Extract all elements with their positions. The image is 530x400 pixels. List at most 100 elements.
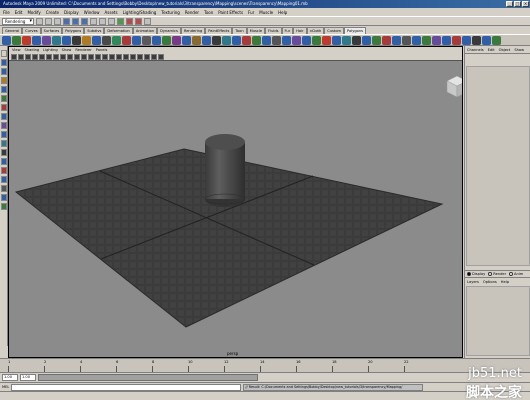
panel-tool-icon[interactable] (18, 53, 24, 60)
panel-tool-icon[interactable] (39, 53, 45, 60)
select-hierarchy-icon[interactable] (63, 17, 70, 25)
shelf-tool-icon[interactable] (202, 35, 211, 45)
shelf-tool-icon[interactable] (452, 35, 461, 45)
shelf-tool-icon[interactable] (102, 35, 111, 45)
command-input[interactable] (11, 383, 242, 391)
shelf-tool-icon[interactable] (32, 35, 41, 45)
history-icon[interactable] (117, 17, 124, 25)
panel-tool-icon[interactable] (88, 53, 94, 60)
panel-tool-icon[interactable] (137, 53, 143, 60)
panel-tool-icon[interactable] (130, 53, 136, 60)
shelf-tool-icon[interactable] (442, 35, 451, 45)
panel-tool-icon[interactable] (11, 53, 17, 60)
shelf-tool-icon[interactable] (112, 35, 121, 45)
layer-mode-render[interactable]: Render (488, 272, 506, 276)
channel-box-tab-show[interactable]: Show (514, 48, 524, 52)
channel-box-tab-channels[interactable]: Channels (467, 48, 484, 52)
panel-tool-icon[interactable] (81, 53, 87, 60)
shelf-tool-icon[interactable] (142, 35, 151, 45)
shelf-tool-icon[interactable] (222, 35, 231, 45)
tool-icon[interactable] (1, 113, 7, 120)
shelf-tab[interactable]: Dynamics (157, 27, 181, 34)
shelf-tool-icon[interactable] (282, 35, 291, 45)
tool-icon[interactable] (1, 68, 7, 75)
shelf-tool-icon[interactable] (372, 35, 381, 45)
close-button[interactable]: × (522, 1, 529, 7)
layer-menu-options[interactable]: Options (483, 280, 497, 284)
channel-box-tab-object[interactable]: Object (499, 48, 511, 52)
tool-icon[interactable] (1, 104, 7, 111)
layer-mode-anim[interactable]: Anim (509, 272, 523, 276)
shelf-tab[interactable]: PaintEffects (205, 27, 233, 34)
range-bar[interactable] (38, 374, 258, 381)
tool-icon[interactable] (1, 86, 7, 93)
shelf-tool-icon[interactable] (292, 35, 301, 45)
menu-toon[interactable]: Toon (204, 10, 213, 15)
layer-menu-layers[interactable]: Layers (467, 280, 479, 284)
menu-set-dropdown[interactable]: Rendering (2, 17, 34, 25)
shelf-tab[interactable]: Polygons (62, 27, 85, 34)
channel-list[interactable] (466, 66, 530, 266)
shelf-tool-icon[interactable] (212, 35, 221, 45)
range-start-field[interactable]: 1.00 (2, 374, 18, 381)
menu-assets[interactable]: Assets (105, 10, 118, 15)
shelf-tool-icon[interactable] (22, 35, 31, 45)
shelf-tab[interactable]: General (2, 27, 23, 34)
tool-icon[interactable] (1, 59, 7, 66)
panel-tool-icon[interactable] (74, 53, 80, 60)
render-settings-icon[interactable] (144, 17, 151, 25)
command-language-label[interactable]: MEL (2, 385, 9, 389)
range-end-field[interactable]: 1.00 (20, 374, 36, 381)
menu-fur[interactable]: Fur (248, 10, 254, 15)
shelf-tool-icon[interactable] (52, 35, 61, 45)
menu-display[interactable]: Display (64, 10, 79, 15)
panel-tool-icon[interactable] (109, 53, 115, 60)
shelf-tool-icon[interactable] (82, 35, 91, 45)
perspective-viewport[interactable]: View Shading Lighting Show Renderer Pane… (8, 46, 463, 358)
maximize-button[interactable]: □ (514, 1, 521, 7)
shelf-tool-icon[interactable] (62, 35, 71, 45)
tool-icon[interactable] (1, 140, 7, 147)
shelf-tab[interactable]: Hair (293, 27, 307, 34)
menu-window[interactable]: Window (84, 10, 100, 15)
save-scene-icon[interactable] (54, 17, 61, 25)
shelf-tool-icon[interactable] (242, 35, 251, 45)
shelf-tab[interactable]: Surfaces (40, 27, 63, 34)
shelf-tool-icon[interactable] (72, 35, 81, 45)
panel-tool-icon[interactable] (102, 53, 108, 60)
select-component-icon[interactable] (81, 17, 88, 25)
select-object-icon[interactable] (72, 17, 79, 25)
shelf-tool-icon[interactable] (192, 35, 201, 45)
menu-help[interactable]: Help (278, 10, 287, 15)
shelf-tool-icon[interactable] (432, 35, 441, 45)
shelf-tool-icon[interactable] (312, 35, 321, 45)
shelf-tool-icon[interactable] (302, 35, 311, 45)
ipr-render-icon[interactable] (135, 17, 142, 25)
layer-list[interactable] (466, 286, 530, 356)
panel-tool-icon[interactable] (95, 53, 101, 60)
minimize-button[interactable]: _ (506, 1, 513, 7)
layer-mode-display[interactable]: Display (467, 272, 485, 276)
shelf-tab[interactable]: Rendering (180, 27, 206, 34)
tool-icon[interactable] (1, 167, 7, 174)
panel-tool-icon[interactable] (151, 53, 157, 60)
shelf-tab[interactable]: Custom (324, 27, 345, 34)
layer-menu-help[interactable]: Help (501, 280, 509, 284)
shelf-tab[interactable]: Curves (22, 27, 41, 34)
menu-texturing[interactable]: Texturing (161, 10, 179, 15)
tool-icon[interactable] (1, 149, 7, 156)
shelf-tool-icon[interactable] (462, 35, 471, 45)
shelf-tool-icon[interactable] (492, 35, 501, 45)
panel-tool-icon[interactable] (67, 53, 73, 60)
menu-muscle[interactable]: Muscle (259, 10, 273, 15)
tool-icon[interactable] (1, 158, 7, 165)
tool-icon[interactable] (1, 122, 7, 129)
panel-tool-icon[interactable] (144, 53, 150, 60)
tool-icon[interactable] (1, 176, 7, 183)
menu-render[interactable]: Render (185, 10, 199, 15)
shelf-tool-icon[interactable] (172, 35, 181, 45)
render-icon[interactable] (126, 17, 133, 25)
view-cube-icon[interactable] (446, 75, 463, 98)
tool-icon[interactable] (1, 50, 7, 57)
menu-modify[interactable]: Modify (27, 10, 40, 15)
